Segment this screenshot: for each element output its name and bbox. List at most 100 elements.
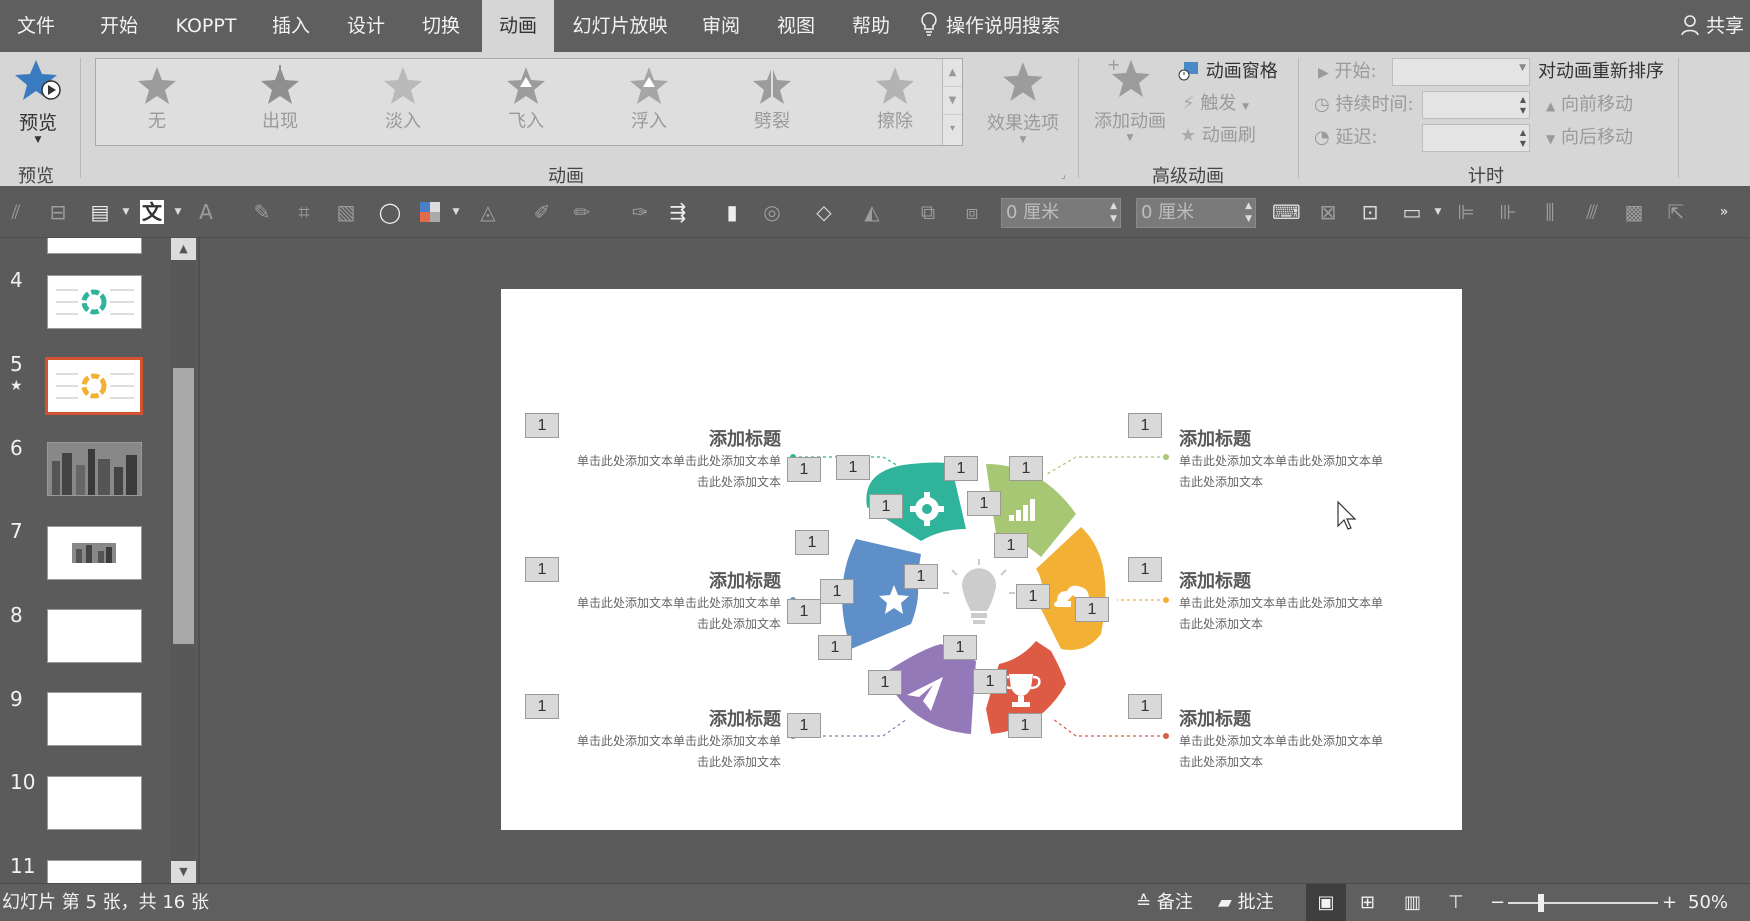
frame-icon[interactable]: ▭: [1400, 200, 1424, 224]
animation-order-tag[interactable]: 1: [1075, 597, 1109, 622]
animation-order-tag[interactable]: 1: [967, 491, 1001, 516]
reading-view-icon[interactable]: ▥: [1404, 884, 1421, 921]
close-box-icon[interactable]: ⊠: [1316, 200, 1340, 224]
animation-painter-button[interactable]: ★ 动画刷: [1180, 122, 1256, 150]
scroll-up-icon[interactable]: ▲: [171, 238, 196, 260]
tab-koppt[interactable]: KOPPT: [166, 0, 246, 52]
shape-fill-color-icon[interactable]: [418, 200, 442, 224]
animation-order-tag[interactable]: 1: [525, 557, 559, 582]
block-body[interactable]: 单击此处添加文本单击此处添加文本单击此处添加文本: [1179, 593, 1389, 635]
align-objects-icon[interactable]: ⇶: [666, 200, 690, 224]
text-format-icon[interactable]: 文: [140, 200, 164, 224]
image-tools-icon[interactable]: ▩: [1622, 200, 1646, 224]
animation-order-tag[interactable]: 1: [787, 599, 821, 624]
spinner-arrows-icon[interactable]: ▲ ▼: [1520, 127, 1526, 149]
delay-spinner[interactable]: ▲ ▼: [1422, 124, 1530, 152]
slide-thumbnail-7[interactable]: [47, 526, 142, 580]
zoom-slider[interactable]: [1508, 902, 1658, 904]
animation-order-tag[interactable]: 1: [1008, 713, 1042, 738]
distribute-vertical-icon[interactable]: ⫻: [1580, 200, 1604, 224]
crop-icon[interactable]: ⌗: [292, 200, 316, 224]
tab-transitions[interactable]: 切换: [408, 0, 474, 52]
tab-animations[interactable]: 动画: [482, 0, 554, 52]
animation-order-tag[interactable]: 1: [787, 457, 821, 482]
animation-order-tag[interactable]: 1: [869, 494, 903, 519]
animation-order-tag[interactable]: 1: [787, 713, 821, 738]
slide-thumbnail-11[interactable]: [47, 860, 142, 883]
animation-order-tag[interactable]: 1: [868, 670, 902, 695]
distribute-horizontal-icon[interactable]: ⫼: [1538, 200, 1562, 224]
tab-home[interactable]: 开始: [86, 0, 152, 52]
tab-slideshow[interactable]: 幻灯片放映: [566, 0, 674, 52]
block-title[interactable]: 添加标题: [1179, 705, 1251, 731]
move-later-button[interactable]: ▼ 向后移动: [1546, 124, 1633, 152]
animation-none[interactable]: 无: [112, 63, 202, 143]
block-title[interactable]: 添加标题: [1179, 425, 1251, 451]
align-left-edge-icon[interactable]: ⊫: [1454, 200, 1478, 224]
edit-shape-icon[interactable]: ◇: [812, 200, 836, 224]
animation-split[interactable]: 劈裂: [727, 63, 817, 143]
shape-height-field[interactable]: 0 厘米 ▲ ▼: [1136, 198, 1256, 228]
rotate-icon[interactable]: ◭: [860, 200, 884, 224]
slide-thumbnail-4[interactable]: [47, 275, 142, 329]
animation-order-tag[interactable]: 1: [836, 455, 870, 480]
slide-thumbnail-10[interactable]: [47, 776, 142, 830]
picture-icon[interactable]: ▧: [334, 200, 358, 224]
merge-shapes-icon[interactable]: ◎: [760, 200, 784, 224]
animation-order-tag[interactable]: 1: [943, 635, 977, 660]
preview-button[interactable]: 预览 ▼: [8, 58, 68, 158]
effect-options-button[interactable]: 效果选项 ▼: [985, 60, 1061, 145]
slide-thumbnail-5-selected[interactable]: [45, 357, 143, 415]
slide-thumbnail-6[interactable]: [47, 442, 142, 496]
tab-design[interactable]: 设计: [333, 0, 399, 52]
block-body[interactable]: 单击此处添加文本单击此处添加文本单击此处添加文本: [1179, 731, 1389, 773]
start-dropdown[interactable]: ▼: [1392, 58, 1530, 86]
keyboard-icon[interactable]: ⌨: [1272, 200, 1301, 224]
zoom-level[interactable]: 50%: [1688, 884, 1728, 921]
zoom-out-icon[interactable]: −: [1490, 884, 1505, 921]
block-title[interactable]: 添加标题: [709, 567, 781, 593]
add-animation-button[interactable]: + 添加动画 ▼: [1090, 55, 1170, 143]
spinner-arrows-icon[interactable]: ▲ ▼: [1520, 94, 1526, 116]
thumbnail-scrollbar[interactable]: ▲ ▼: [171, 238, 196, 883]
align-right-edge-icon[interactable]: ⊪: [1496, 200, 1520, 224]
paint-bucket-icon[interactable]: ◬: [476, 200, 500, 224]
block-body[interactable]: 单击此处添加文本单击此处添加文本单击此处添加文本: [571, 593, 781, 635]
block-body[interactable]: 单击此处添加文本单击此处添加文本单击此处添加文本: [1179, 451, 1389, 493]
duration-spinner[interactable]: ▲ ▼: [1422, 91, 1530, 119]
animation-order-tag[interactable]: 1: [1128, 557, 1162, 582]
animation-order-tag[interactable]: 1: [525, 694, 559, 719]
normal-view-icon[interactable]: ▣: [1306, 884, 1346, 921]
tab-file[interactable]: 文件: [0, 0, 72, 52]
chevron-down-icon[interactable]: ▼: [1426, 200, 1450, 224]
oval-icon[interactable]: ◯: [378, 200, 402, 224]
animation-order-tag[interactable]: 1: [818, 635, 852, 660]
animation-order-tag[interactable]: 1: [795, 530, 829, 555]
chevron-up-icon[interactable]: ▲: [943, 59, 962, 87]
tab-help[interactable]: 帮助: [838, 0, 904, 52]
block-title[interactable]: 添加标题: [1179, 567, 1251, 593]
slideshow-icon[interactable]: ⊤: [1448, 884, 1464, 921]
animation-order-tag[interactable]: 1: [525, 413, 559, 438]
animation-appear[interactable]: 出现: [235, 63, 325, 143]
scroll-down-icon[interactable]: ▼: [171, 861, 196, 883]
animation-order-tag[interactable]: 1: [973, 669, 1007, 694]
block-body[interactable]: 单击此处添加文本单击此处添加文本单击此处添加文本: [571, 451, 781, 493]
chevron-down-icon[interactable]: ▼: [943, 87, 962, 115]
gallery-scroll[interactable]: ▲ ▼ ▾: [942, 59, 962, 145]
animation-fly-in[interactable]: 飞入: [481, 63, 571, 143]
export-icon[interactable]: ⇱: [1664, 200, 1688, 224]
zoom-in-icon[interactable]: +: [1662, 884, 1677, 921]
eyedropper-icon[interactable]: ✑: [628, 200, 652, 224]
animation-fade[interactable]: 淡入: [358, 63, 448, 143]
spinner-arrows-icon[interactable]: ▲ ▼: [1110, 200, 1117, 226]
animation-wipe[interactable]: 擦除: [850, 63, 940, 143]
panel-splitter[interactable]: [198, 238, 200, 883]
zoom-slider-thumb[interactable]: [1538, 894, 1544, 912]
slide-thumbnail-9[interactable]: [47, 692, 142, 746]
block-title[interactable]: 添加标题: [709, 705, 781, 731]
eyedropper-icon[interactable]: ✎: [250, 200, 274, 224]
tab-view[interactable]: 视图: [763, 0, 829, 52]
font-color-icon[interactable]: A: [194, 200, 218, 224]
comments-button[interactable]: ▰ 批注: [1218, 884, 1274, 921]
